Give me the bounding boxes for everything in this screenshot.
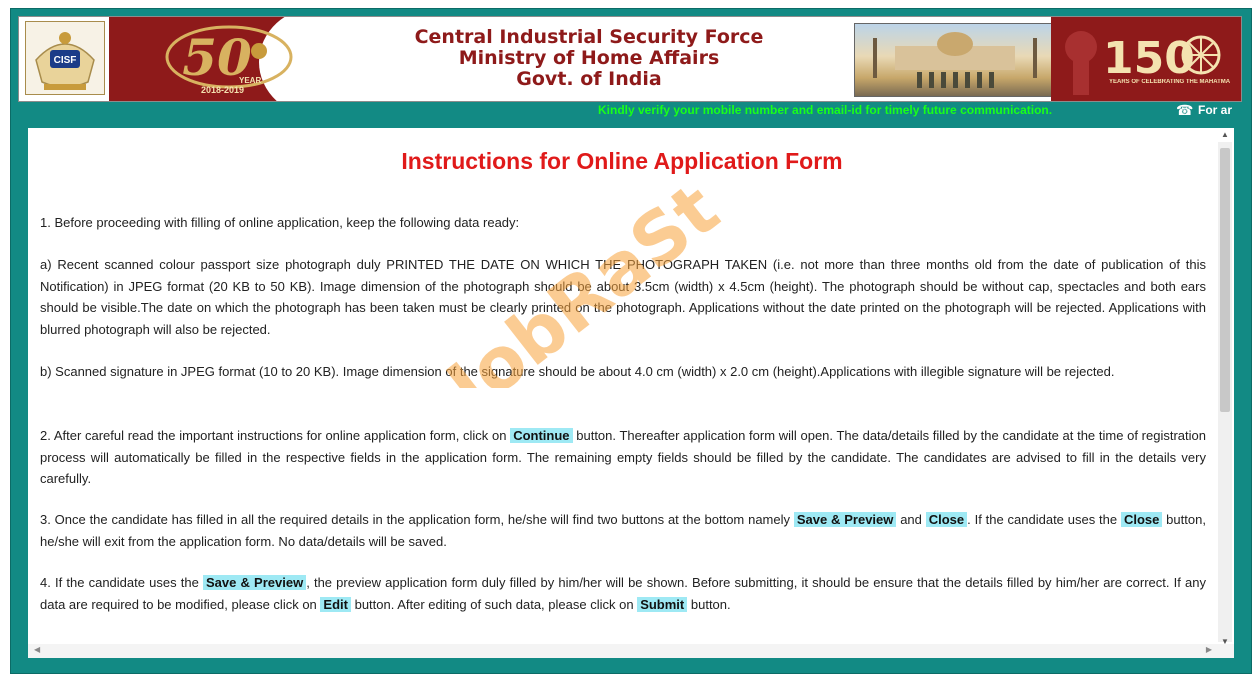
instructions-panel: Instructions for Online Application Form…	[28, 128, 1234, 658]
instruction-4-text-a: 4. If the candidate uses the	[40, 575, 199, 590]
instruction-photo: a) Recent scanned colour passport size p…	[40, 257, 1206, 337]
vertical-scrollbar-thumb[interactable]	[1220, 148, 1230, 412]
submit-button-ref: Submit	[637, 596, 688, 612]
mahatma-caption: YEARS OF CELEBRATING THE MAHATMA	[1109, 79, 1231, 85]
mahatma-150-banner: 150 YEARS OF CELEBRATING THE MAHATMA	[1051, 17, 1241, 101]
instruction-4-text-c: button. After editing of such data, plea…	[354, 596, 634, 612]
instruction-3-text-a: 3. Once the candidate has filled in all …	[40, 512, 790, 527]
instruction-3-text-b: and	[900, 512, 922, 527]
vertical-scrollbar[interactable]: ▲ ▼	[1218, 130, 1232, 646]
instruction-3-text-c: . If the candidate uses the	[967, 512, 1118, 527]
emblem-icon: CISF	[35, 32, 95, 90]
telephone-icon: ☎	[1176, 102, 1194, 118]
emblem-icon	[251, 43, 267, 59]
logo-text: CISF	[54, 55, 77, 66]
save-preview-button-ref: Save & Preview	[793, 512, 897, 527]
ticker-text: Kindly verify your mobile number and ema…	[598, 103, 1053, 117]
save-preview-button-ref-2: Save & Preview	[202, 575, 307, 590]
instruction-2-text-a: 2. After careful read the important inst…	[40, 428, 507, 443]
cisf-logo: CISF	[25, 21, 105, 95]
instruction-4: 4. If the candidate uses the Save & Prev…	[40, 572, 1206, 615]
header-title-line-3: Govt. of India	[516, 68, 662, 90]
anniversary-years: 2018-2019	[201, 85, 244, 95]
instruction-1: 1. Before proceeding with filling of onl…	[40, 215, 520, 230]
horizontal-scrollbar[interactable]: ◀ ▶	[28, 644, 1234, 658]
rashtrapati-bhavan-photo	[854, 23, 1056, 97]
header-title: Central Industrial Security Force Minist…	[349, 27, 829, 90]
continue-button-ref: Continue	[510, 428, 573, 443]
site-header: CISF 50 YEAR 2018-2019 Central Industria…	[18, 16, 1242, 102]
anniversary-banner: 50 YEAR 2018-2019	[109, 17, 379, 101]
edit-button-ref: Edit	[320, 596, 351, 612]
mahatma-number: 150	[1103, 33, 1195, 84]
close-button-ref: Close	[925, 512, 968, 527]
header-title-line-1: Central Industrial Security Force	[414, 26, 764, 48]
header-title-line-2: Ministry of Home Affairs	[458, 47, 720, 69]
instruction-2: 2. After careful read the important inst…	[40, 425, 1206, 490]
scroll-left-icon[interactable]: ◀	[34, 645, 40, 654]
ticker-extra-text: For ar	[1198, 103, 1233, 117]
instruction-3: 3. Once the candidate has filled in all …	[40, 509, 1206, 552]
instruction-signature: b) Scanned signature in JPEG format (10 …	[40, 364, 1115, 379]
scroll-right-icon[interactable]: ▶	[1206, 645, 1212, 654]
anniversary-word: YEAR	[239, 76, 261, 85]
instruction-4-text-d: button.	[690, 596, 731, 612]
page-title: Instructions for Online Application Form	[401, 148, 843, 174]
notice-ticker: Kindly verify your mobile number and ema…	[18, 100, 1240, 122]
close-button-ref-2: Close	[1120, 512, 1163, 527]
scroll-up-icon[interactable]: ▲	[1221, 130, 1229, 139]
